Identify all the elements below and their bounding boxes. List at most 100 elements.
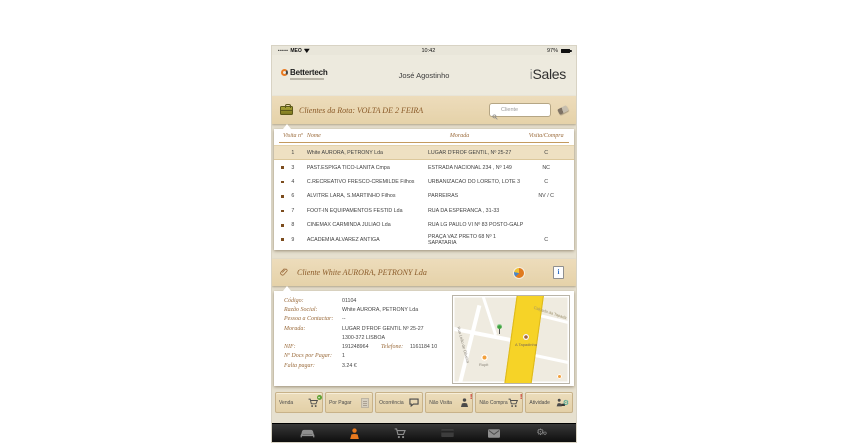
wifi-icon xyxy=(303,48,310,53)
col-visita-num: Visita nº xyxy=(283,133,303,139)
pie-chart-icon[interactable] xyxy=(514,267,524,278)
app-title-rest: Sales xyxy=(532,66,566,82)
row-bullet-icon xyxy=(281,180,284,184)
por-pagar-button[interactable]: Por Pagar xyxy=(325,392,373,413)
row-num: 1 xyxy=(291,149,295,156)
clients-table-panel: Visita nº Nome Morada Visita/Compra 1 Wh… xyxy=(274,124,574,250)
status-time: 10:42 xyxy=(421,47,436,54)
tab-documents-card[interactable] xyxy=(436,429,458,437)
row-name: FOOT-IN EQUIPAMENTOS FESTID Lda xyxy=(306,207,403,214)
row-address: RUA LG PAULO VI Nº 83 POSTO-GALP xyxy=(427,222,524,229)
map-poi-icon xyxy=(557,374,562,379)
map-poi-icon xyxy=(481,354,488,361)
mail-icon xyxy=(487,428,500,438)
row-status: NC xyxy=(542,164,550,171)
map-poi-icon xyxy=(523,334,529,340)
table-row[interactable]: 1 White AURORA, PETRONY Lda LUGAR D'FROF… xyxy=(274,145,574,161)
speech-bubble-icon xyxy=(409,398,419,407)
col-nome: Nome xyxy=(306,133,321,139)
tab-clients-person[interactable] xyxy=(343,427,365,439)
row-bullet-icon xyxy=(281,238,284,241)
carrier-label: MEO xyxy=(290,47,302,54)
client-detail-fields: Código: 01104 Razão Social: White AURORA, … xyxy=(284,296,456,370)
tab-sales-cart[interactable] xyxy=(390,427,412,439)
table-row[interactable]: 3 PAST.ESPIGA TICO-LANITA Cmpa ESTRADA N… xyxy=(274,160,574,174)
row-bullet-icon xyxy=(281,209,284,213)
client-detail-panel: Código: 01104 Razão Social: White AURORA, … xyxy=(274,286,574,386)
pessoa-label: Pessoa a Contactar: xyxy=(284,316,334,323)
codigo-label: Código: xyxy=(284,297,304,304)
card-icon xyxy=(441,429,454,437)
route-section-bar: Clientes da Rota: VOLTA DE 2 FEIRA xyxy=(272,96,576,124)
telefone-label: Telefone: xyxy=(381,344,404,351)
row-status: C xyxy=(544,178,549,185)
panel-notch xyxy=(283,286,291,291)
row-address: PARREIRAS xyxy=(427,193,459,200)
isales-app-window: ••••• MEO 10:42 97% Bettertech José Agos… xyxy=(271,45,577,443)
paperclip-icon xyxy=(280,264,289,282)
venda-label: Venda xyxy=(279,399,294,406)
atividade-label: Atividade xyxy=(529,399,550,406)
app-header: Bettertech José Agostinho iSales xyxy=(272,55,576,96)
client-search-input[interactable] xyxy=(489,103,551,117)
tab-settings-gears[interactable]: ⚙ xyxy=(529,428,551,439)
docs-value: 1 xyxy=(342,353,345,360)
client-title: Cliente White AURORA, PETRONY Lda xyxy=(297,268,427,277)
cart-icon xyxy=(394,427,407,438)
table-row[interactable]: 7 FOOT-IN EQUIPAMENTOS FESTID Lda RUA DA… xyxy=(274,204,574,218)
nif-value: 191248964 xyxy=(342,344,369,351)
row-address: LUGAR D'FROF GENTIL, Nº 25-27 xyxy=(427,149,512,156)
nao-compra-button[interactable]: Não Compra ! xyxy=(475,392,523,413)
venda-button[interactable]: Venda + xyxy=(275,392,323,413)
car-icon xyxy=(300,429,315,438)
map-poi-label: A Tapadinha xyxy=(515,342,537,347)
eraser-icon[interactable] xyxy=(557,105,569,115)
nao-visita-label: Não Visita xyxy=(429,399,452,406)
ocorrencia-button[interactable]: Ocorrência xyxy=(375,392,423,413)
battery-icon xyxy=(561,48,572,53)
codigo-value: 01104 xyxy=(342,297,357,304)
briefcase-icon xyxy=(280,103,293,115)
table-row[interactable]: 6 ALVITRE LARA, S.MARTINHO Filhos PARREI… xyxy=(274,189,574,203)
person-alert-icon: ! xyxy=(460,394,472,407)
action-button-row: Venda + Por Pagar Ocorrência Não Visita … xyxy=(275,392,573,413)
client-location-map[interactable]: Rua Leão de Oliveira Calçada da Tapada A… xyxy=(452,295,570,384)
falta-label: Falta pagar: xyxy=(284,362,315,369)
row-bullet-icon xyxy=(281,195,284,198)
morada-value-line2: 1300-372 LISBOA xyxy=(342,334,385,341)
client-info-doc-icon[interactable]: i xyxy=(553,266,564,279)
row-address: URBANIZACAO DO LORETO, LOTE 3 xyxy=(427,178,521,185)
nao-visita-button[interactable]: Não Visita ! xyxy=(425,392,473,413)
razao-value: White AURORA, PETRONY Lda xyxy=(342,306,419,313)
tab-messages-mail[interactable] xyxy=(483,428,505,438)
row-address: ESTRADA NACIONAL 234 , Nº 149 xyxy=(427,164,512,171)
row-status: C xyxy=(544,236,549,243)
panel-notch xyxy=(283,124,291,129)
row-status: NV / C xyxy=(538,193,554,200)
map-road xyxy=(479,296,498,336)
tab-routes-car[interactable] xyxy=(297,428,319,438)
row-name: ALVITRE LARA, S.MARTINHO Filhos xyxy=(306,193,396,200)
row-name: ACADEMIA ALVAREZ ANTIGA xyxy=(306,236,380,243)
atividade-button[interactable]: Atividade ⚙ xyxy=(525,392,573,413)
table-row[interactable]: 9 ACADEMIA ALVAREZ ANTIGA PRAÇA VAZ PRET… xyxy=(274,232,574,246)
row-name: PAST.ESPIGA TICO-LANITA Cmpa xyxy=(306,164,390,171)
person-icon xyxy=(349,427,359,439)
ios-status-bar: ••••• MEO 10:42 97% xyxy=(272,46,576,55)
search-icon xyxy=(492,107,498,125)
battery-percent: 97% xyxy=(546,47,558,54)
row-status: C xyxy=(544,149,549,156)
razao-label: Razão Social: xyxy=(284,306,318,313)
signal-dots-icon: ••••• xyxy=(278,48,289,53)
map-poi-label: Rupit xyxy=(479,362,489,367)
docs-label: Nº Docs por Pagar: xyxy=(284,353,333,360)
col-morada: Morada xyxy=(449,133,470,139)
table-header: Visita nº Nome Morada Visita/Compra xyxy=(279,129,569,143)
row-bullet-icon xyxy=(281,223,284,227)
table-row[interactable]: 8 CINEMAX CARMINDA JULIAO Lda RUA LG PAU… xyxy=(274,218,574,232)
client-section-bar: Cliente White AURORA, PETRONY Lda i xyxy=(272,259,576,286)
table-row[interactable]: 4 C.RECREATIVO FRESCO-CREMILDE Filhos UR… xyxy=(274,175,574,189)
map-road xyxy=(533,353,569,366)
pessoa-value: -- xyxy=(342,316,346,323)
row-address: RUA DA ESPERANCA , 31-33 xyxy=(427,207,500,214)
